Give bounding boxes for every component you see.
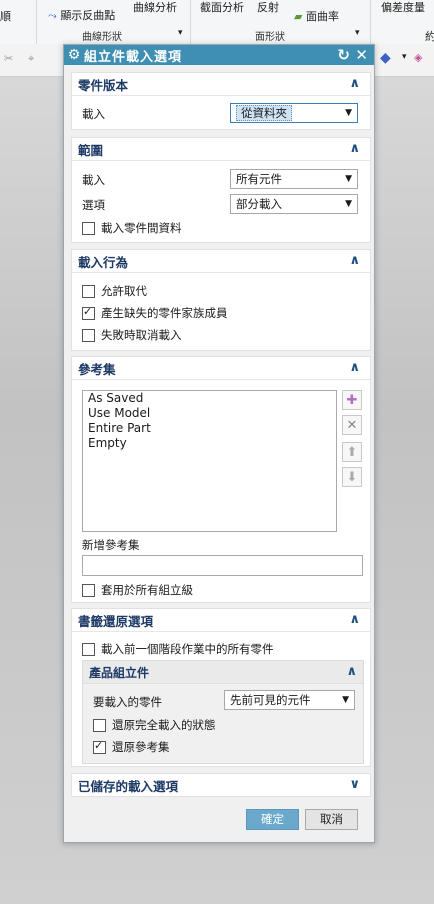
section-saved-load-options: 已儲存的載入選項 ∨ — [71, 773, 371, 797]
scope-load-select[interactable]: 所有元件 ▼ — [230, 169, 358, 189]
chevron-down-icon: ▼ — [345, 108, 352, 118]
section-header[interactable]: 範圍 ∧ — [72, 138, 370, 161]
scope-load-label: 載入 — [82, 173, 105, 187]
section-header[interactable]: 載入行為 ∧ — [72, 250, 370, 273]
chevron-down-icon[interactable]: ▾ — [402, 52, 407, 62]
render-icon[interactable]: ◈ — [414, 51, 422, 64]
checkbox[interactable] — [82, 328, 95, 342]
gear-icon[interactable]: ⚙ — [64, 47, 84, 63]
restore-ref-sets-checkbox[interactable]: 還原參考集 — [93, 739, 170, 755]
subsection-header[interactable]: 產品組立件 ∧ — [83, 661, 363, 684]
generate-missing-members-checkbox[interactable]: 產生缺失的零件家族成員 — [82, 305, 228, 321]
ribbon-btn-deviation[interactable]: 偏差度量 — [381, 0, 425, 15]
chevron-down-icon: ▼ — [345, 174, 352, 184]
move-up-button[interactable]: ⬆ — [342, 442, 362, 462]
arrow-down-icon: ⬇ — [346, 469, 358, 485]
move-down-button[interactable]: ⬇ — [342, 467, 362, 487]
snap-icon[interactable]: ✂ — [4, 52, 13, 65]
face-curvature-icon: ▰ — [294, 10, 303, 23]
snap-point-icon[interactable]: ⌖ — [28, 52, 34, 66]
list-item[interactable]: Use Model — [83, 406, 336, 421]
chevron-up-icon[interactable]: ∧ — [349, 612, 360, 627]
restore-full-load-checkbox[interactable]: 還原完全載入的狀態 — [93, 717, 216, 733]
ok-button[interactable]: 確定 — [246, 809, 299, 830]
add-reference-set-button[interactable]: ✚ — [342, 390, 362, 410]
chevron-up-icon[interactable]: ∧ — [349, 360, 360, 375]
cancel-on-failure-checkbox[interactable]: 失敗時取消載入 — [82, 327, 182, 343]
allow-substitution-checkbox[interactable]: 允許取代 — [82, 283, 147, 299]
cube-icon[interactable]: ◆ — [380, 50, 391, 66]
checkbox[interactable] — [82, 284, 95, 298]
chevron-up-icon[interactable]: ∧ — [346, 664, 357, 679]
scope-options-select[interactable]: 部分載入 ▼ — [230, 194, 358, 214]
new-reference-set-label: 新增參考集 — [82, 538, 140, 552]
ribbon-group-face-shape: 面形狀 — [255, 32, 285, 43]
chevron-down-icon: ▼ — [345, 199, 352, 209]
inflection-icon: ⤳ — [48, 9, 57, 22]
ribbon-right-stub: 約 — [425, 30, 434, 43]
assembly-load-options-dialog: ⚙ 組立件載入選項 ↻ ✕ 零件版本 ∧ 載入 從資料夾 ▼ 範圍 ∧ 載入 所… — [63, 44, 375, 843]
checkbox[interactable] — [82, 583, 95, 597]
part-version-load-select[interactable]: 從資料夾 ▼ — [230, 103, 358, 123]
ribbon-left-stub: 順 — [0, 10, 11, 23]
dialog-title: 組立件載入選項 — [84, 49, 183, 65]
interpart-data-checkbox[interactable]: 載入零件間資料 — [82, 220, 182, 236]
arrow-up-icon: ⬆ — [346, 444, 358, 460]
apply-all-levels-checkbox[interactable]: 套用於所有組立級 — [82, 582, 193, 598]
ribbon-btn-section-analysis[interactable]: 截面分析 — [200, 0, 244, 15]
components-to-load-label: 要載入的零件 — [93, 695, 162, 709]
chevron-up-icon[interactable]: ∧ — [349, 253, 360, 268]
section-bookmark-restore: 書籤還原選項 ∧ 載入前一個階段作業中的所有零件 產品組立件 ∧ 要載入的零件 … — [71, 608, 371, 767]
section-load-behavior: 載入行為 ∧ 允許取代 產生缺失的零件家族成員 失敗時取消載入 — [71, 249, 371, 351]
ribbon-btn-show-inflection[interactable]: ⤳ 顯示反曲點 — [48, 7, 115, 23]
section-reference-sets: 參考集 ∧ As Saved Use Model Entire Part Emp… — [71, 356, 371, 603]
ribbon-divider — [190, 0, 191, 44]
delete-icon: ✕ — [346, 417, 358, 433]
load-label: 載入 — [82, 107, 105, 121]
section-header[interactable]: 參考集 ∧ — [72, 357, 370, 380]
ribbon-group-curve-shape: 曲線形狀 — [82, 32, 122, 43]
chevron-up-icon[interactable]: ∧ — [349, 141, 360, 156]
chevron-up-icon[interactable]: ∧ — [349, 76, 360, 91]
section-header[interactable]: 已儲存的載入選項 ∨ — [72, 774, 370, 796]
reference-set-list[interactable]: As Saved Use Model Entire Part Empty — [82, 390, 337, 532]
section-header[interactable]: 書籤還原選項 ∧ — [72, 609, 370, 632]
checkbox[interactable] — [82, 642, 95, 656]
ribbon-divider — [370, 0, 371, 44]
checkbox-checked[interactable] — [93, 739, 106, 754]
section-scope: 範圍 ∧ 載入 所有元件 ▼ 選項 部分載入 ▼ 載入零件間資料 — [71, 137, 371, 243]
add-icon: ✚ — [346, 392, 358, 408]
delete-reference-set-button[interactable]: ✕ — [342, 415, 362, 435]
ribbon-btn-reflection[interactable]: 反射 — [257, 0, 279, 15]
chevron-down-icon: ▼ — [342, 695, 349, 705]
checkbox[interactable] — [82, 221, 95, 235]
reset-icon[interactable]: ↻ — [337, 45, 350, 65]
checkbox-checked[interactable] — [82, 305, 95, 320]
new-reference-set-input[interactable] — [82, 555, 363, 576]
ribbon: 順 ⤳ 顯示反曲點 曲線分析 曲線形狀 ▾ 截面分析 反射 ▰ 面曲率 面形狀 … — [0, 0, 434, 45]
ribbon-divider — [36, 0, 37, 44]
ribbon-group-expander[interactable]: ▾ — [178, 28, 183, 38]
chevron-down-icon[interactable]: ∨ — [349, 777, 360, 792]
close-icon[interactable]: ✕ — [355, 45, 368, 65]
list-item[interactable]: Empty — [83, 436, 336, 451]
list-item[interactable]: Entire Part — [83, 421, 336, 436]
scope-options-label: 選項 — [82, 198, 105, 212]
ribbon-group-expander[interactable]: ▾ — [355, 28, 360, 38]
section-part-versions: 零件版本 ∧ 載入 從資料夾 ▼ — [71, 72, 371, 130]
load-all-parts-checkbox[interactable]: 載入前一個階段作業中的所有零件 — [82, 641, 274, 657]
components-to-load-select[interactable]: 先前可見的元件 ▼ — [224, 690, 355, 710]
checkbox[interactable] — [93, 718, 106, 732]
section-header[interactable]: 零件版本 ∧ — [72, 73, 370, 96]
ribbon-btn-curve-analysis[interactable]: 曲線分析 — [133, 0, 177, 15]
dialog-titlebar[interactable]: ⚙ 組立件載入選項 ↻ ✕ — [64, 45, 374, 65]
list-item[interactable]: As Saved — [83, 391, 336, 406]
ribbon-btn-face-curvature[interactable]: ▰ 面曲率 — [294, 8, 339, 24]
subsection-product-assembly: 產品組立件 ∧ 要載入的零件 先前可見的元件 ▼ 還原完全載入的狀態 還原參考集 — [82, 660, 364, 764]
cancel-button[interactable]: 取消 — [305, 809, 358, 830]
